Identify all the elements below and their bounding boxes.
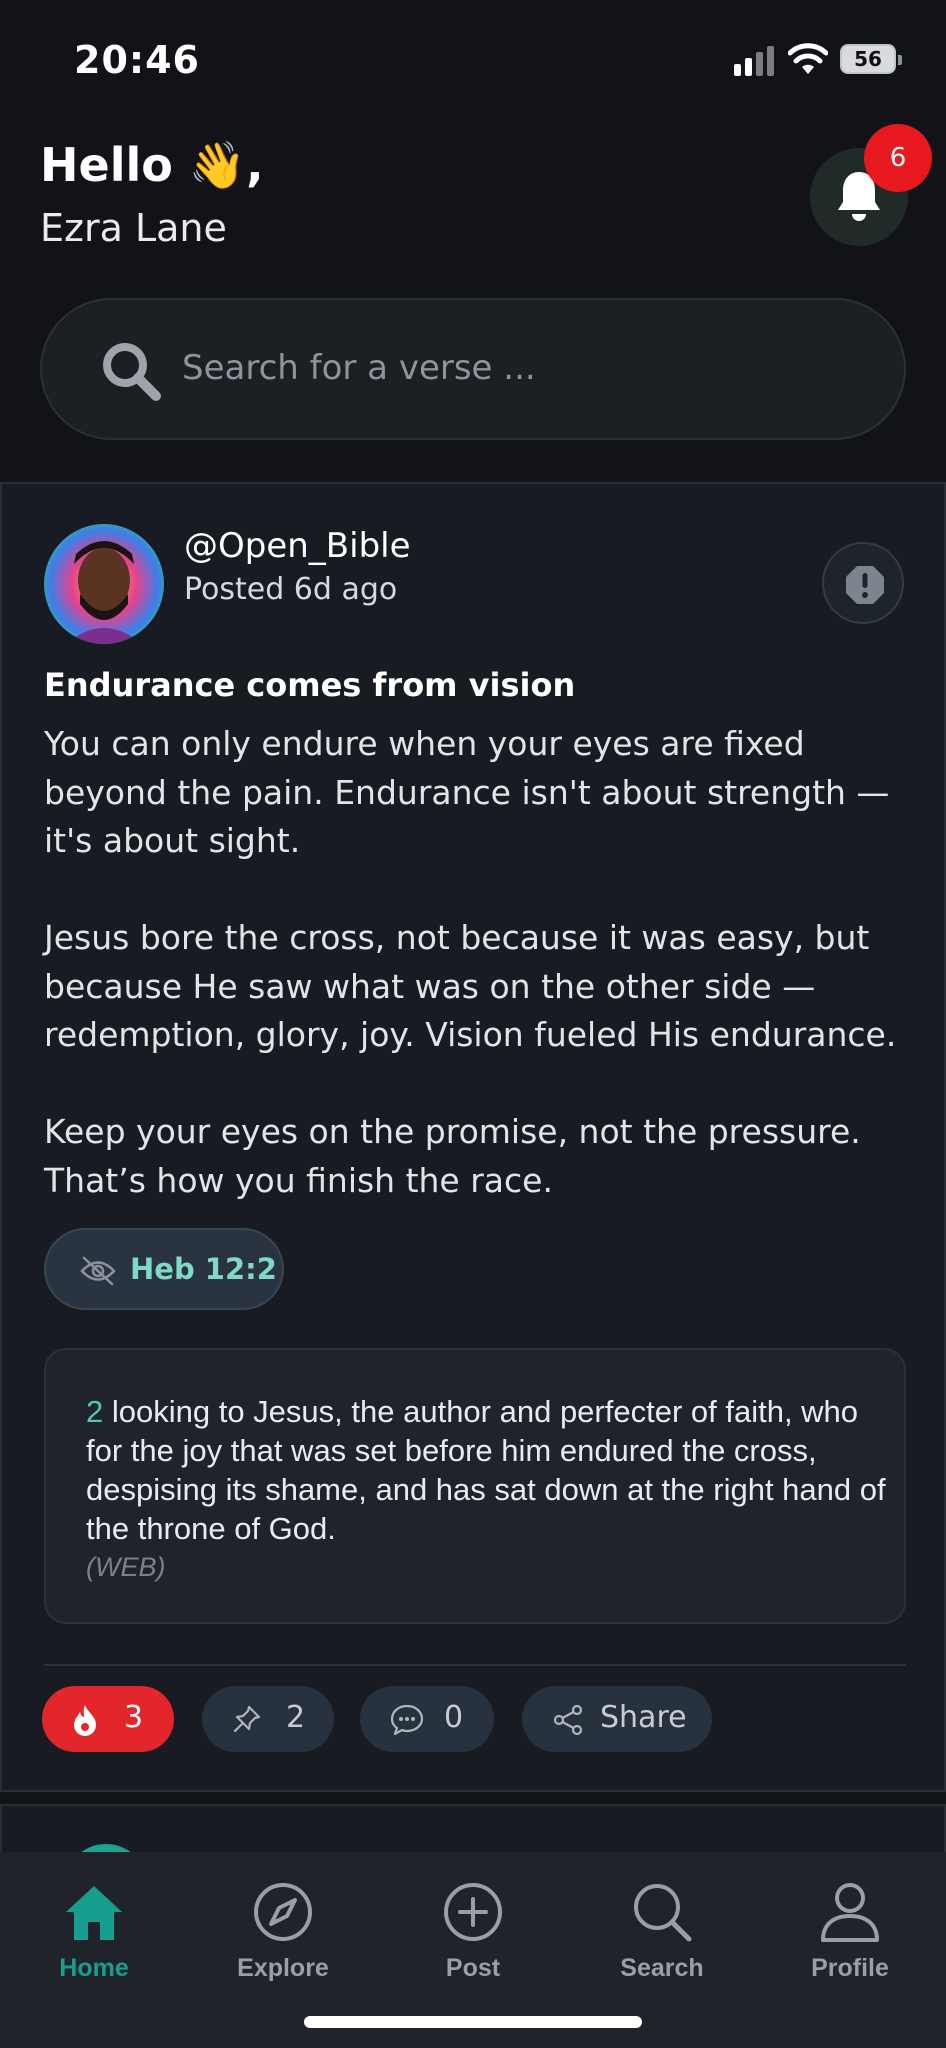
nav-profile[interactable]: Profile (780, 1882, 920, 1992)
post-paragraph: You can only endure when your eyes are f… (44, 724, 890, 860)
comment-button[interactable]: 0 (360, 1686, 494, 1752)
verse-text: 2 looking to Jesus, the author and perfe… (86, 1392, 886, 1586)
report-button[interactable] (822, 542, 904, 624)
nav-label: Home (59, 1954, 129, 1982)
verse-content: looking to Jesus, the author and perfect… (86, 1394, 886, 1546)
status-time: 20:46 (74, 38, 200, 82)
bible-version: (WEB) (86, 1552, 166, 1582)
verse-search-bar[interactable]: Search for a verse ... (40, 298, 906, 440)
search-icon (103, 343, 161, 401)
pin-icon (233, 1705, 261, 1733)
verse-reference: Heb 12:2 (130, 1252, 277, 1286)
nav-home[interactable]: Home (24, 1882, 164, 1992)
pin-count: 2 (286, 1700, 306, 1735)
alert-octagon-icon (846, 566, 884, 604)
cellular-signal-icon (734, 46, 774, 76)
eye-off-icon (80, 1256, 116, 1286)
verse-reference-toggle[interactable]: Heb 12:2 (44, 1228, 284, 1310)
user-icon (821, 1883, 879, 1942)
fire-icon (74, 1705, 96, 1736)
fire-reaction-button[interactable]: 3 (42, 1686, 174, 1752)
nav-search[interactable]: Search (592, 1882, 732, 1992)
user-name: Ezra Lane (40, 206, 227, 250)
compass-icon (254, 1883, 312, 1941)
nav-label: Profile (811, 1954, 889, 1982)
verse-box: 2 looking to Jesus, the author and perfe… (44, 1348, 906, 1624)
pin-button[interactable]: 2 (202, 1686, 334, 1752)
nav-label: Explore (237, 1954, 329, 1982)
verse-number: 2 (86, 1394, 104, 1429)
wifi-icon (788, 43, 828, 74)
home-icon (66, 1886, 122, 1940)
battery-icon: 56 (840, 44, 902, 74)
share-button[interactable]: Share (522, 1686, 712, 1752)
post-card: @Open_Bible Posted 6d ago Endurance come… (0, 482, 946, 1792)
comment-count: 0 (444, 1700, 464, 1735)
home-indicator (304, 2016, 642, 2028)
author-handle[interactable]: @Open_Bible (184, 526, 411, 566)
nav-label: Search (620, 1954, 704, 1982)
author-avatar[interactable] (44, 524, 164, 644)
share-label: Share (600, 1700, 687, 1735)
post-paragraph: Jesus bore the cross, not because it was… (44, 918, 897, 1054)
post-body: You can only endure when your eyes are f… (44, 720, 904, 1205)
notification-badge: 6 (864, 124, 932, 192)
nav-label: Post (445, 1954, 501, 1982)
post-timestamp: Posted 6d ago (184, 572, 398, 607)
greeting: Hello 👋, (40, 138, 264, 192)
comment-icon (390, 1704, 424, 1736)
status-bar: 20:46 56 (0, 0, 946, 120)
fire-count: 3 (124, 1700, 144, 1735)
share-icon (553, 1704, 583, 1736)
post-paragraph: Keep your eyes on the promise, not the p… (44, 1112, 861, 1200)
divider (44, 1664, 906, 1666)
search-input[interactable]: Search for a verse ... (182, 348, 536, 388)
post-title: Endurance comes from vision (44, 666, 576, 704)
plus-circle-icon (444, 1883, 502, 1941)
search-icon (634, 1884, 692, 1942)
nav-post[interactable]: Post (403, 1882, 543, 1992)
nav-explore[interactable]: Explore (213, 1882, 353, 1992)
